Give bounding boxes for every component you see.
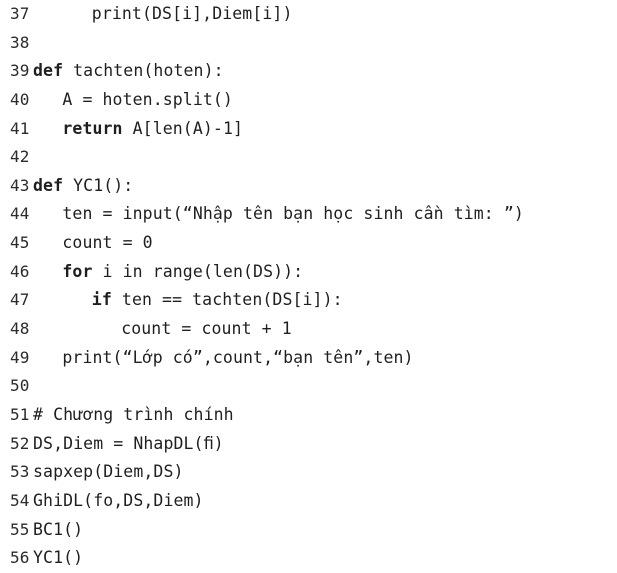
code-line: 44 ten = input(“Nhập tên bạn học sinh cần… <box>0 200 617 229</box>
code-line: 55 BC1() <box>0 516 617 545</box>
code-line: 56 YC1() <box>0 544 617 573</box>
line-number: 39 <box>10 61 30 81</box>
code-line: 53 sapxep(Diem,DS) <box>0 458 617 487</box>
line-code: def YC1(): <box>33 172 133 201</box>
line-code: return A[len(A)-1] <box>33 115 243 144</box>
code-text: BC1() <box>33 519 84 539</box>
line-number: 44 <box>10 204 30 224</box>
code-text: DS,Diem = NhapDL(ﬁ) <box>33 433 224 453</box>
code-line: 50 <box>0 372 617 401</box>
code-line: 46 for i in range(len(DS)): <box>0 258 617 287</box>
code-text: YC1() <box>33 548 84 568</box>
code-line: 39 def tachten(hoten): <box>0 57 617 86</box>
code-keyword: for <box>62 261 103 281</box>
line-code: ten = input(“Nhập tên bạn học sinh cần t… <box>33 200 524 229</box>
line-code: print(DS[i],Diem[i]) <box>33 0 293 29</box>
line-number: 52 <box>10 433 30 453</box>
line-number: 41 <box>10 118 30 138</box>
line-code: if ten == tachten(DS[i]): <box>33 286 343 315</box>
line-code: count = 0 <box>33 229 153 258</box>
code-line: 42 <box>0 143 617 172</box>
line-number: 40 <box>10 89 30 109</box>
code-text: count = 0 <box>62 233 153 253</box>
line-number: 46 <box>10 261 30 281</box>
code-line: 43 def YC1(): <box>0 172 617 201</box>
code-text: ten == tachten(DS[i]): <box>121 290 343 310</box>
code-text: YC1(): <box>73 175 134 195</box>
code-text: # Chương trình chính <box>33 404 234 424</box>
line-number: 50 <box>10 376 30 396</box>
line-number: 48 <box>10 319 30 339</box>
code-text: print(“Lớp có”,count,“bạn tên”,ten) <box>62 347 414 367</box>
code-line: 45 count = 0 <box>0 229 617 258</box>
line-code: for i in range(len(DS)): <box>33 258 303 287</box>
line-code: DS,Diem = NhapDL(ﬁ) <box>33 430 224 459</box>
code-line: 52 DS,Diem = NhapDL(ﬁ) <box>0 430 617 459</box>
line-code: def tachten(hoten): <box>33 57 224 86</box>
line-number: 42 <box>10 147 30 167</box>
code-text: i in range(len(DS)): <box>102 261 304 281</box>
code-line: 51 # Chương trình chính <box>0 401 617 430</box>
line-number: 37 <box>10 4 30 23</box>
code-line: 48 count = count + 1 <box>0 315 617 344</box>
line-number: 45 <box>10 233 30 253</box>
code-line: 54 GhiDL(fo,DS,Diem) <box>0 487 617 516</box>
line-number: 53 <box>10 462 30 482</box>
line-number: 55 <box>10 519 30 539</box>
line-number: 49 <box>10 347 30 367</box>
code-keyword: if <box>91 290 122 310</box>
code-text: GhiDL(fo,DS,Diem) <box>33 490 204 510</box>
code-text: print(DS[i],Diem[i]) <box>91 4 293 23</box>
line-number: 51 <box>10 404 30 424</box>
code-keyword: def <box>33 61 74 81</box>
line-number: 54 <box>10 490 30 510</box>
line-code: GhiDL(fo,DS,Diem) <box>33 487 204 516</box>
code-line: 47 if ten == tachten(DS[i]): <box>0 286 617 315</box>
line-number: 56 <box>10 548 30 568</box>
code-line: 37 print(DS[i],Diem[i]) <box>0 0 617 29</box>
code-line: 49 print(“Lớp có”,count,“bạn tên”,ten) <box>0 344 617 373</box>
code-keyword: return <box>62 118 133 138</box>
code-keyword: def <box>33 175 74 195</box>
line-code: YC1() <box>33 544 83 573</box>
line-number: 47 <box>10 290 30 310</box>
code-listing: 37 print(DS[i],Diem[i]) 38 39 def tachten(ho… <box>0 0 617 573</box>
code-text: tachten(hoten): <box>73 61 224 81</box>
code-text: A = hoten.split() <box>62 89 233 109</box>
line-code: A = hoten.split() <box>33 86 233 115</box>
code-line: 38 <box>0 29 617 58</box>
line-number: 43 <box>10 175 30 195</box>
line-code: # Chương trình chính <box>33 401 234 430</box>
line-code: sapxep(Diem,DS) <box>33 458 184 487</box>
line-code: BC1() <box>33 516 83 545</box>
code-text: sapxep(Diem,DS) <box>33 462 184 482</box>
code-text: count = count + 1 <box>121 319 292 339</box>
line-code: count = count + 1 <box>33 315 292 344</box>
line-number: 38 <box>10 32 30 52</box>
line-code: print(“Lớp có”,count,“bạn tên”,ten) <box>33 344 414 373</box>
code-text: ten = input(“Nhập tên bạn học sinh cần t… <box>62 204 524 224</box>
code-line: 41 return A[len(A)-1] <box>0 115 617 144</box>
code-text: A[len(A)-1] <box>132 118 244 138</box>
code-line: 40 A = hoten.split() <box>0 86 617 115</box>
